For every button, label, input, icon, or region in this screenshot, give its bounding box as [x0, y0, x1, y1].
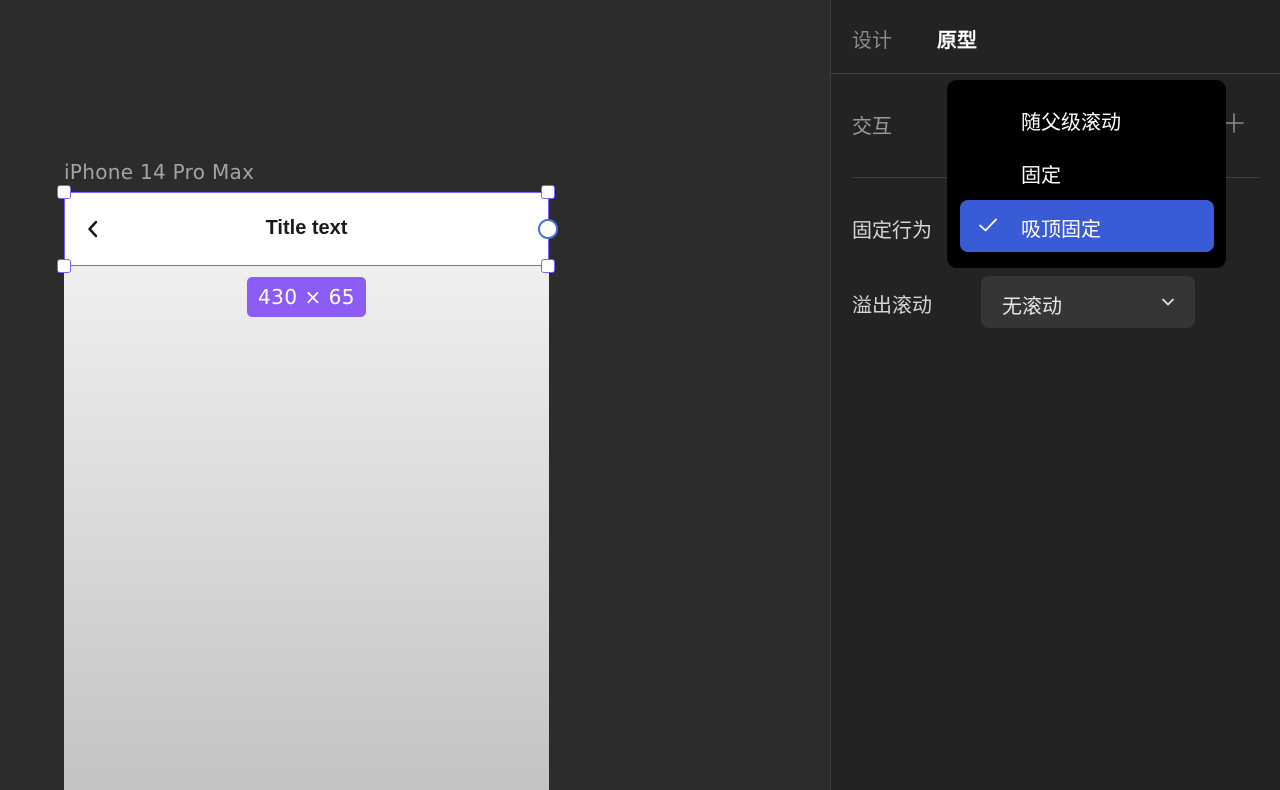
menu-item-sticky-top[interactable]: 吸顶固定 — [960, 200, 1214, 252]
tab-prototype[interactable]: 原型 — [937, 24, 977, 53]
menu-item-label: 随父级滚动 — [1021, 110, 1121, 134]
design-canvas[interactable]: iPhone 14 Pro Max Title text 430 × 65 — [0, 0, 830, 790]
fixed-behavior-dropdown: 随父级滚动 固定 吸顶固定 — [947, 80, 1226, 268]
chevron-down-icon — [1162, 298, 1174, 306]
resize-handle-bottom-left[interactable] — [57, 259, 71, 273]
plus-icon[interactable] — [1223, 112, 1245, 134]
frame-label[interactable]: iPhone 14 Pro Max — [64, 160, 254, 184]
menu-item-fixed[interactable]: 固定 — [960, 146, 1214, 198]
menu-item-label: 固定 — [1021, 163, 1061, 187]
nav-title: Title text — [265, 217, 348, 239]
resize-handle-top-right[interactable] — [541, 185, 555, 199]
resize-handle-top-left[interactable] — [57, 185, 71, 199]
selected-navbar[interactable]: Title text — [64, 192, 549, 266]
menu-item-label: 吸顶固定 — [1021, 217, 1101, 241]
overflow-scroll-value: 无滚动 — [1002, 294, 1062, 318]
check-icon — [979, 218, 997, 232]
resize-handle-bottom-right[interactable] — [541, 259, 555, 273]
prototype-connection-handle[interactable] — [538, 219, 558, 239]
size-badge: 430 × 65 — [247, 277, 366, 317]
overflow-scroll-label: 溢出滚动 — [852, 293, 932, 317]
interaction-label: 交互 — [852, 114, 892, 138]
tab-design[interactable]: 设计 — [852, 24, 892, 53]
panel-tabs: 设计 原型 — [831, 0, 1280, 74]
overflow-scroll-select[interactable]: 无滚动 — [981, 276, 1195, 328]
menu-item-scroll-with-parent[interactable]: 随父级滚动 — [960, 93, 1214, 145]
fixed-behavior-label: 固定行为 — [852, 218, 932, 242]
